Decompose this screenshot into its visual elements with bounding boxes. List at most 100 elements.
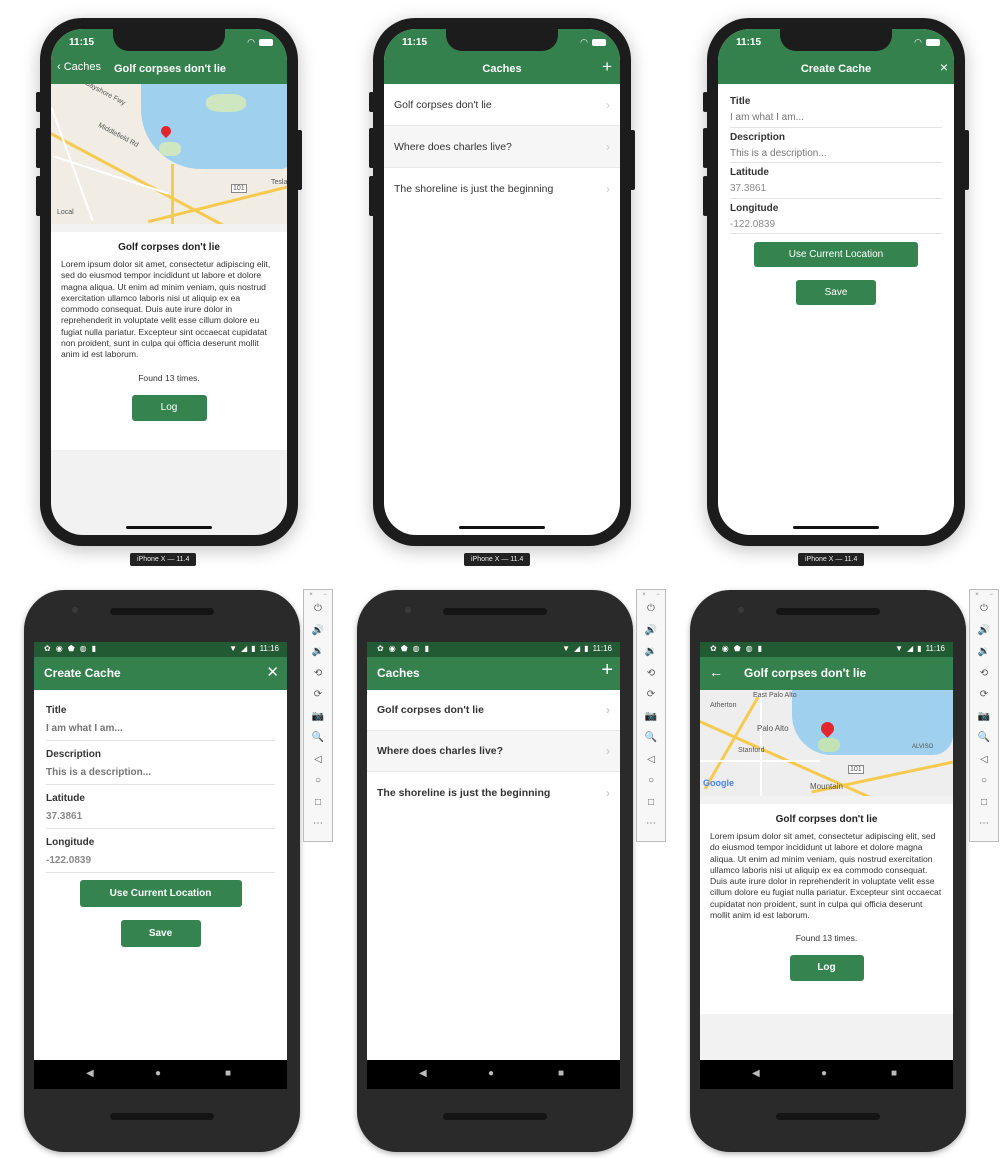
add-icon[interactable]: + [602,57,612,77]
map-street [51,107,94,221]
title-input[interactable] [730,108,942,127]
nav-home-icon[interactable]: ● [821,1068,827,1079]
close-window-icon[interactable]: × [975,592,979,598]
status-time: 11:16 [259,644,279,653]
home-indicator[interactable] [793,526,879,529]
camera-icon[interactable]: 📷 [637,706,665,728]
rotate-right-icon[interactable]: ⟳ [304,684,332,706]
volume-up-icon[interactable]: 🔊 [304,620,332,642]
longitude-input[interactable] [730,215,942,233]
nav-recents-icon[interactable]: ■ [225,1068,231,1079]
list-item[interactable]: Where does charles live? › [384,126,620,168]
mute-switch [369,92,374,112]
save-button[interactable]: Save [120,920,201,947]
camera-icon[interactable]: 📷 [970,706,998,728]
description-field: Description [730,128,942,163]
power-button [964,130,969,190]
nav-title: Create Cache [800,63,872,75]
mute-switch [703,92,708,112]
home-indicator[interactable] [126,526,212,529]
close-window-icon[interactable]: × [642,592,646,598]
sd-card-icon: ▮ [757,644,763,653]
list-item[interactable]: The shoreline is just the beginning › [384,168,620,210]
latitude-input[interactable] [730,179,942,198]
zoom-icon[interactable]: 🔍 [304,727,332,749]
volume-down-icon[interactable]: 🔉 [637,641,665,663]
more-icon[interactable]: ⋯ [304,813,332,835]
nav-home-icon[interactable]: ● [155,1068,161,1079]
back-icon[interactable]: ◁ [637,749,665,771]
screen: 11:15 ◠ Create Cache × Title Description… [718,29,954,535]
minimize-window-icon[interactable]: − [656,592,660,598]
map-view[interactable]: Bayshore Fwy Middlefield Rd 101 Local Te… [51,84,287,224]
back-button[interactable]: ‹ Caches [57,61,101,73]
use-current-location-button[interactable]: Use Current Location [754,242,918,267]
longitude-field: Longitude [46,829,275,873]
app-bar-title: Create Cache [44,666,121,680]
overview-icon[interactable]: □ [304,792,332,814]
title-input[interactable] [46,716,275,740]
back-icon[interactable]: ◁ [970,749,998,771]
nav-home-icon[interactable]: ● [488,1068,494,1079]
nav-back-icon[interactable]: ◀ [419,1068,427,1079]
nav-back-icon[interactable]: ◀ [86,1068,94,1079]
back-arrow-icon[interactable]: ← [709,664,723,680]
zoom-icon[interactable]: 🔍 [637,727,665,749]
status-icons: ◠ [247,37,273,48]
rotate-left-icon[interactable]: ⟲ [304,663,332,685]
volume-up-icon[interactable]: 🔊 [637,620,665,642]
use-current-location-button[interactable]: Use Current Location [79,880,242,907]
home-icon[interactable]: ○ [304,770,332,792]
cache-title: Golf corpses don't lie [118,242,220,253]
map-label: 101 [231,184,247,193]
close-icon[interactable]: × [940,59,948,75]
more-icon[interactable]: ⋯ [970,813,998,835]
list-item[interactable]: Where does charles live? › [367,731,620,772]
home-icon[interactable]: ○ [970,770,998,792]
more-icon[interactable]: ⋯ [637,813,665,835]
volume-down-icon[interactable]: 🔉 [304,641,332,663]
home-indicator[interactable] [459,526,545,529]
zoom-icon[interactable]: 🔍 [970,727,998,749]
description-input[interactable] [730,144,942,162]
log-button[interactable]: Log [789,955,864,982]
power-icon[interactable]: ⏻ [637,598,665,620]
status-bar: ✿ ◉ ⬟ ◍ ▮ ▼ ◢ ▮ 11:16 [700,642,953,657]
close-window-icon[interactable]: × [309,592,313,598]
nav-recents-icon[interactable]: ■ [891,1068,897,1079]
minimize-window-icon[interactable]: − [989,592,993,598]
volume-up-icon[interactable]: 🔊 [970,620,998,642]
nav-recents-icon[interactable]: ■ [558,1068,564,1079]
home-icon[interactable]: ○ [637,770,665,792]
minimize-window-icon[interactable]: − [323,592,327,598]
save-button[interactable]: Save [796,280,876,305]
rotate-right-icon[interactable]: ⟳ [970,684,998,706]
nav-back-icon[interactable]: ◀ [752,1068,760,1079]
list-item[interactable]: Golf corpses don't lie › [384,84,620,126]
title-field: Title [46,700,275,741]
list-item[interactable]: Golf corpses don't lie › [367,690,620,731]
camera-icon[interactable]: 📷 [304,706,332,728]
iphone-create-device: 11:15 ◠ Create Cache × Title Description… [703,18,969,546]
rotate-left-icon[interactable]: ⟲ [637,663,665,685]
list-item[interactable]: The shoreline is just the beginning › [367,772,620,813]
add-icon[interactable]: + [601,659,613,682]
rotate-left-icon[interactable]: ⟲ [970,663,998,685]
power-icon[interactable]: ⏻ [970,598,998,620]
mute-switch [36,92,41,112]
description-input[interactable] [46,760,275,784]
volume-down-icon[interactable]: 🔉 [970,641,998,663]
overview-icon[interactable]: □ [970,792,998,814]
longitude-input[interactable] [46,848,275,872]
overview-icon[interactable]: □ [637,792,665,814]
latitude-input[interactable] [46,804,275,828]
close-icon[interactable]: ✕ [266,663,279,681]
status-bar: ✿ ◉ ⬟ ◍ ▮ ▼ ◢ ▮ 11:16 [367,642,620,657]
map-view[interactable]: East Palo Alto Atherton Palo Alto Stanfo… [700,690,953,796]
power-icon[interactable]: ⏻ [304,598,332,620]
back-label: Caches [63,61,102,73]
back-icon[interactable]: ◁ [304,749,332,771]
rotate-right-icon[interactable]: ⟳ [637,684,665,706]
log-button[interactable]: Log [131,394,207,421]
sync-icon: ◍ [79,644,87,653]
